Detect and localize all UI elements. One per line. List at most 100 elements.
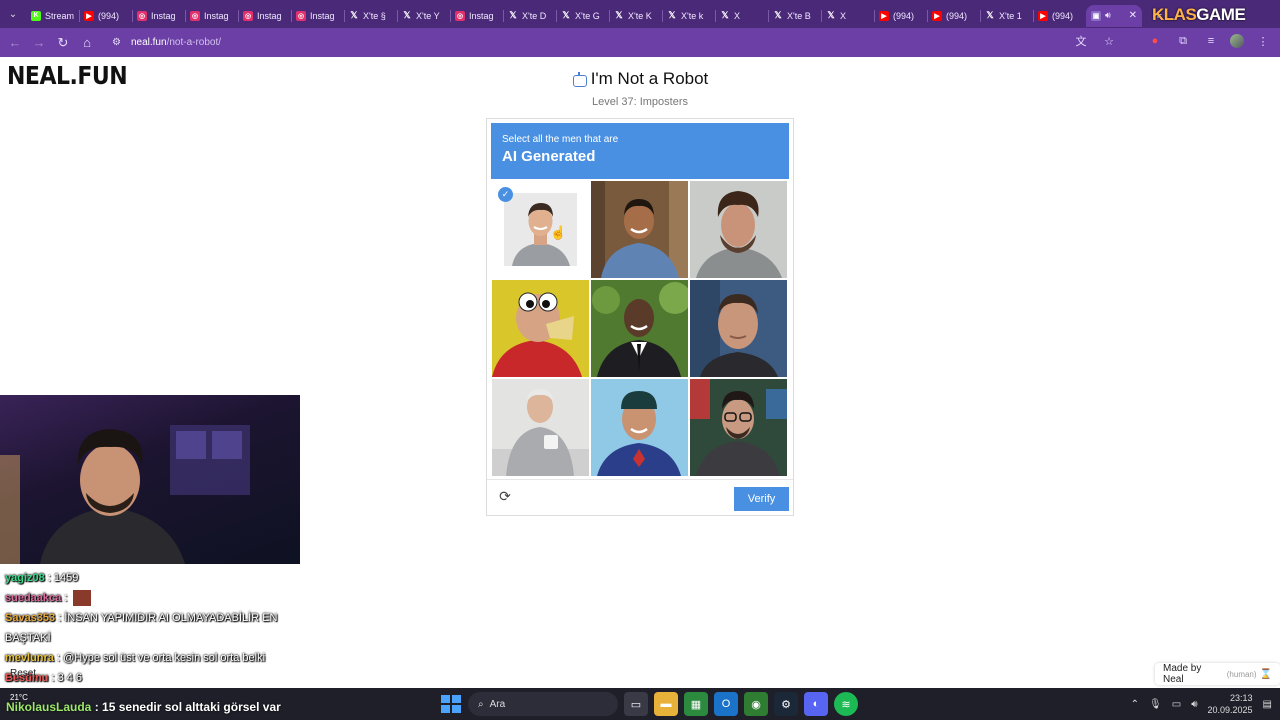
browser-tab[interactable]: 𝕏 X'te D xyxy=(503,5,556,27)
captcha-tile-2[interactable] xyxy=(591,181,688,278)
browser-toolbar: ← → ↻ ⌂ ⚙ neal.fun/not-a-robot/ 文 ☆ ● ⧉ … xyxy=(0,28,1280,57)
search-icon: ⌕ xyxy=(478,698,484,710)
audio-icon: 🔊︎ xyxy=(1105,10,1111,20)
chat-message: Bestimu : 3 4 6 xyxy=(0,668,300,688)
captcha-tile-9[interactable] xyxy=(690,379,787,476)
browser-tab[interactable]: 𝕏 X'te Y xyxy=(397,5,450,27)
tile-photo xyxy=(492,280,589,377)
kebab-menu-icon[interactable]: ⋮ xyxy=(1254,32,1272,50)
browser-tab[interactable]: K Stream xyxy=(26,5,79,27)
browser-tab-label: Instag xyxy=(469,10,494,21)
stream-chat: yagiz08 : 1459 suedaakca : Savas353 : İNSA… xyxy=(0,568,300,688)
reload-icon[interactable]: ↻ xyxy=(51,31,75,55)
taskbar-apps: ⌕ Ara ▭ ▬ ▦ O ◉ ⚙ ◐ ≋ xyxy=(438,692,858,716)
browser-tab-label: Instag xyxy=(151,10,176,21)
browser-tab[interactable]: 𝕏X xyxy=(715,5,768,27)
browser-tab[interactable]: 𝕏 X'te G xyxy=(556,5,609,27)
extensions-puzzle-icon[interactable]: ⧉ xyxy=(1174,32,1192,50)
x-icon: 𝕏 xyxy=(986,10,994,20)
tab-active-neal-fun[interactable]: ▣ 🔊︎ ✕ xyxy=(1086,4,1142,27)
tile-photo xyxy=(591,379,688,476)
robot-favicon-icon: ▣ xyxy=(1091,10,1101,21)
made-by-text: Made by Neal xyxy=(1163,663,1202,685)
browser-tab[interactable]: 𝕏X xyxy=(821,5,874,27)
x-icon: 𝕏 xyxy=(774,10,782,20)
hourglass-icon: ⌛ xyxy=(1259,668,1272,680)
discord-icon[interactable]: ◐ xyxy=(804,692,828,716)
selected-check-icon: ✓ xyxy=(498,187,513,202)
captcha-tile-3[interactable] xyxy=(690,181,787,278)
captcha-tile-6[interactable] xyxy=(690,280,787,377)
verify-button[interactable]: Verify xyxy=(734,487,789,511)
browser-tab[interactable]: ◎ Instag xyxy=(450,5,503,27)
chat-emote-icon xyxy=(73,590,92,607)
browser-tab-label: X'te G xyxy=(575,10,600,21)
browser-tab[interactable]: ◎ Instag xyxy=(291,5,344,27)
captcha-tile-5[interactable] xyxy=(591,280,688,377)
youtube-icon: ▶ xyxy=(932,10,942,21)
refresh-icon[interactable]: ⟳ xyxy=(497,488,513,504)
taskbar-search[interactable]: ⌕ Ara xyxy=(468,692,618,716)
forward-arrow-icon[interactable]: → xyxy=(27,31,51,55)
start-menu-icon[interactable] xyxy=(438,692,462,716)
captcha-tile-7[interactable] xyxy=(492,379,589,476)
chat-text: : xyxy=(64,592,68,604)
home-icon[interactable]: ⌂ xyxy=(75,31,99,55)
reset-label: Reset xyxy=(10,668,37,679)
brand-part-a: KLAS xyxy=(1152,5,1197,24)
steam-icon[interactable]: ⚙ xyxy=(774,692,798,716)
browser-tab[interactable]: ◎ Instag xyxy=(132,5,185,27)
browser-tab[interactable]: 𝕏 X'te B xyxy=(768,5,821,27)
captcha-tile-8[interactable] xyxy=(591,379,688,476)
browser-tab[interactable]: 𝕏 X'te K xyxy=(609,5,662,27)
spotify-icon[interactable]: ≋ xyxy=(834,692,858,716)
profile-avatar[interactable] xyxy=(1230,34,1244,48)
webcam-overlay xyxy=(0,395,300,564)
task-view-icon[interactable]: ▭ xyxy=(624,692,648,716)
browser-tab[interactable]: ▶ (994) xyxy=(1033,5,1086,27)
browser-tab-label: (994) xyxy=(98,10,120,21)
clock-time: 23:13 xyxy=(1230,693,1253,703)
back-arrow-icon[interactable]: ← xyxy=(3,31,27,55)
clock[interactable]: 23:13 20.09.2025 xyxy=(1208,692,1253,716)
bookmark-star-icon[interactable]: ☆ xyxy=(1100,32,1118,50)
browser-tab[interactable]: 𝕏 X'te § xyxy=(344,5,397,27)
browser-tab[interactable]: ▶ (994) xyxy=(79,5,132,27)
network-icon[interactable]: ▭ xyxy=(1172,699,1181,710)
browser-tab[interactable]: ▶ (994) xyxy=(874,5,927,27)
address-bar[interactable]: ⚙ neal.fun/not-a-robot/ xyxy=(104,31,1144,54)
tab-search-icon[interactable]: ⌄ xyxy=(0,0,26,28)
browser-tab-label: X xyxy=(734,10,741,21)
mic-icon[interactable]: 🎙︎ xyxy=(1149,699,1162,710)
tile-photo xyxy=(492,379,589,476)
browser-tab-label: (994) xyxy=(946,10,968,21)
instagram-icon: ◎ xyxy=(137,10,147,21)
site-info-icon[interactable]: ⚙ xyxy=(112,37,121,48)
captcha-tile-1[interactable]: ✓ ☝ xyxy=(492,181,589,278)
browser-tab[interactable]: ◎ Instag xyxy=(238,5,291,27)
chat-message: mevlunra : @Hype sol üst ve orta kesin s… xyxy=(0,648,300,668)
browser-tab-label: Instag xyxy=(310,10,335,21)
toolbar-actions: 文 ☆ ● ⧉ ≡ ⋮ xyxy=(1072,32,1272,50)
browser-tab[interactable]: ◎ Instag xyxy=(185,5,238,27)
media-controls-icon[interactable]: ≡ xyxy=(1202,32,1220,50)
extension-record-icon[interactable]: ● xyxy=(1146,32,1164,50)
chat-message: suedaakca : xyxy=(0,588,300,608)
browser-tab[interactable]: 𝕏 X'te k xyxy=(662,5,715,27)
captcha-tile-4[interactable] xyxy=(492,280,589,377)
volume-icon[interactable]: 🔊︎ xyxy=(1191,699,1197,710)
instagram-icon: ◎ xyxy=(455,10,465,21)
tab-strip: K Stream ▶ (994) ◎ Instag ◎ Instag ◎ Instag ◎ Insta… xyxy=(26,2,1086,27)
notification-icon[interactable]: ▤ xyxy=(1263,699,1272,710)
file-explorer-icon[interactable]: ▬ xyxy=(654,692,678,716)
tray-chevron-icon[interactable]: ⌃ xyxy=(1131,699,1139,710)
store-icon[interactable]: ▦ xyxy=(684,692,708,716)
close-tab-icon[interactable]: ✕ xyxy=(1129,10,1137,21)
browser-tab[interactable]: 𝕏 X'te 1 xyxy=(980,5,1033,27)
chrome-icon[interactable]: ◉ xyxy=(744,692,768,716)
translate-icon[interactable]: 文 xyxy=(1072,32,1090,50)
browser-tab[interactable]: ▶ (994) xyxy=(927,5,980,27)
outlook-icon[interactable]: O xyxy=(714,692,738,716)
browser-tab-label: Stream xyxy=(45,10,75,21)
made-by-badge[interactable]: Made by Neal (human) ⌛ xyxy=(1155,663,1280,685)
